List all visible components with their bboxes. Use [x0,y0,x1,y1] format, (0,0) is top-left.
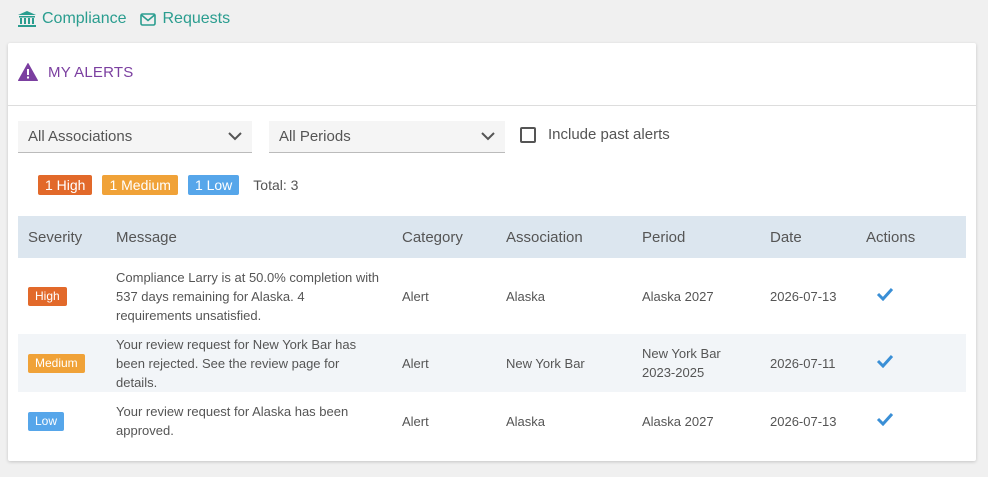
top-nav: Compliance Requests [18,8,230,30]
low-count-chip: 1 Low [187,175,240,195]
panel-title: MY ALERTS [18,63,133,81]
high-count-chip: 1 High [38,175,93,195]
include-past-checkbox[interactable] [520,126,536,143]
table-row: Medium Your review request for New York … [18,334,966,392]
alert-association: New York Bar [496,334,632,392]
alert-period: New York Bar 2023-2025 [632,334,760,392]
alert-period: Alaska 2027 [642,413,714,429]
nav-compliance-label: Compliance [42,10,127,27]
alert-period: Alaska 2027 [642,288,714,304]
period-select-value: All Periods [279,128,351,145]
alert-category: Alert [392,334,496,392]
column-header-association[interactable]: Association [496,216,632,258]
column-header-date[interactable]: Date [760,216,856,258]
dismiss-alert-button[interactable] [876,412,894,431]
severity-summary: 1 High 1 Medium 1 Low Total: 3 [38,174,298,196]
severity-badge: Medium [28,354,85,373]
severity-badge: High [28,287,67,306]
table-row: Low Your review request for Alaska has b… [18,392,966,450]
nav-requests-link[interactable]: Requests [140,10,230,28]
alerts-table: Severity Message Category Association Pe… [18,216,966,450]
column-header-period[interactable]: Period [632,216,760,258]
alert-category: Alert [402,413,429,429]
bank-icon [18,11,36,27]
checkmark-icon [876,354,894,368]
alert-message: Your review request for Alaska has been … [116,404,349,438]
medium-count-chip: 1 Medium [102,175,178,195]
association-select[interactable]: All Associations [18,121,252,153]
column-header-severity[interactable]: Severity [18,216,106,258]
envelope-icon [140,12,157,26]
column-header-actions: Actions [856,216,966,258]
alert-date: 2026-07-13 [770,288,837,304]
column-header-message[interactable]: Message [106,216,392,258]
dismiss-alert-button[interactable] [876,287,894,306]
alert-association: Alaska [506,413,546,429]
include-past-label: Include past alerts [548,126,670,143]
warning-icon [18,63,38,81]
total-count: Total: 3 [253,177,299,193]
alert-date: 2026-07-11 [760,334,856,392]
chevron-down-icon [481,132,495,141]
alerts-panel: MY ALERTS All Associations All Periods I… [8,43,976,461]
panel-title-text: MY ALERTS [48,63,134,81]
alert-message: Compliance Larry is at 50.0% completion … [116,269,380,323]
include-past-toggle: Include past alerts [520,126,670,143]
association-select-value: All Associations [28,128,133,145]
alert-category: Alert [402,288,429,304]
chevron-down-icon [228,132,242,141]
checkmark-icon [876,412,894,426]
period-select[interactable]: All Periods [269,121,505,153]
alert-association: Alaska [506,288,546,304]
panel-header: MY ALERTS [8,43,976,106]
column-header-category[interactable]: Category [392,216,496,258]
alert-message: Your review request for New York Bar has… [106,334,392,392]
nav-requests-label: Requests [162,10,231,27]
alert-date: 2026-07-13 [770,413,837,429]
table-header-row: Severity Message Category Association Pe… [18,216,966,258]
nav-compliance-link[interactable]: Compliance [18,10,126,28]
table-row: High Compliance Larry is at 50.0% comple… [18,258,966,334]
checkmark-icon [876,287,894,301]
dismiss-alert-button[interactable] [876,354,894,373]
severity-badge: Low [28,412,65,431]
